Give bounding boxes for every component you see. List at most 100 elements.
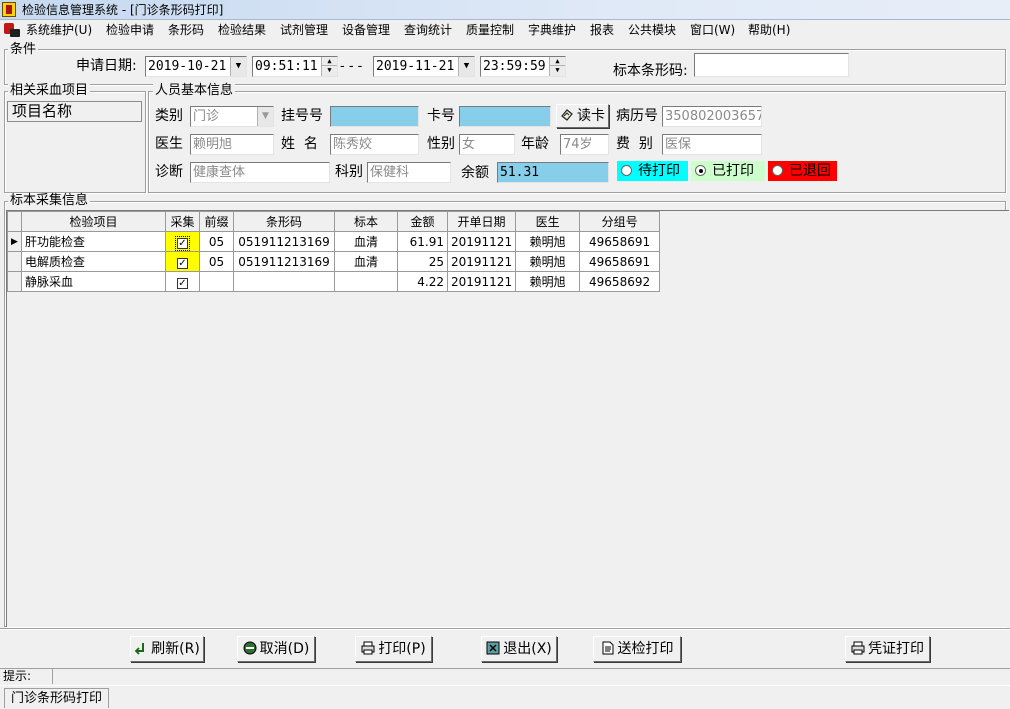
cell-doctor[interactable]: 赖明旭	[515, 251, 581, 272]
menu-device[interactable]: 设备管理	[342, 22, 390, 39]
chevron-down-icon[interactable]: ▼	[257, 107, 273, 126]
exit-button[interactable]: 退出(X)	[481, 636, 557, 662]
spin-arrows-icon[interactable]: ▲ ▼	[321, 57, 337, 76]
cell-group[interactable]: 49658691	[579, 231, 661, 252]
cell-barcode[interactable]: 051911213169	[233, 231, 335, 252]
menu-query[interactable]: 查询统计	[404, 22, 452, 39]
cell-group[interactable]: 49658692	[579, 271, 661, 292]
time-to-spinner[interactable]: 23:59:59 ▲ ▼	[480, 56, 566, 77]
menu-help[interactable]: 帮助(H)	[748, 22, 790, 39]
refresh-button[interactable]: 刷新(R)	[130, 636, 204, 662]
cell-collect[interactable]: ✓	[165, 251, 200, 272]
time-from-spinner[interactable]: 09:51:11 ▲ ▼	[252, 56, 338, 77]
table-row[interactable]: 静脉采血 ✓ 4.22 20191121 赖明旭 49658692	[7, 271, 661, 292]
refresh-icon	[134, 639, 148, 655]
read-card-button[interactable]: 读卡	[556, 104, 609, 128]
cell-specimen[interactable]	[334, 271, 398, 292]
cell-doctor[interactable]: 赖明旭	[515, 231, 581, 252]
fee-type-label: 费 别	[616, 136, 653, 152]
table-row[interactable]: ▶ 肝功能检查 ✓ 05 051911213169 血清 61.91 20191…	[7, 231, 661, 252]
col-group[interactable]: 分组号	[579, 211, 661, 232]
cell-specimen[interactable]: 血清	[334, 251, 398, 272]
cell-collect[interactable]: ✓	[165, 231, 200, 252]
cell-specimen[interactable]: 血清	[334, 231, 398, 252]
checkbox-checked[interactable]: ✓	[177, 277, 188, 289]
checkbox-checked[interactable]: ✓	[175, 235, 190, 251]
cell-barcode[interactable]: 051911213169	[233, 251, 335, 272]
col-specimen[interactable]: 标本	[334, 211, 398, 232]
cell-prefix[interactable]: 05	[199, 251, 234, 272]
document-print-icon	[601, 639, 615, 655]
status-pending-label: 待打印	[638, 163, 680, 179]
refresh-label: 刷新(R)	[151, 641, 200, 657]
col-amount[interactable]: 金额	[397, 211, 448, 232]
status-pending-radio[interactable]: 待打印	[617, 161, 688, 181]
cell-date[interactable]: 20191121	[446, 251, 517, 272]
col-collect[interactable]: 采集	[165, 211, 200, 232]
cell-date[interactable]: 20191121	[446, 231, 517, 252]
cell-prefix[interactable]: 05	[199, 231, 234, 252]
cell-date[interactable]: 20191121	[446, 271, 517, 292]
cancel-button[interactable]: 取消(D)	[237, 636, 315, 662]
menu-window[interactable]: 窗口(W)	[690, 22, 735, 39]
send-print-label: 送检打印	[617, 641, 674, 657]
col-item[interactable]: 检验项目	[21, 211, 166, 232]
checkbox-checked[interactable]: ✓	[177, 257, 188, 269]
table-row[interactable]: 电解质检查 ✓ 05 051911213169 血清 25 20191121 赖…	[7, 251, 661, 272]
diagnosis-label: 诊断	[155, 164, 183, 180]
chevron-down-icon[interactable]: ▼	[230, 57, 246, 76]
menu-dictionary[interactable]: 字典维护	[528, 22, 576, 39]
menu-result[interactable]: 检验结果	[218, 22, 266, 39]
cell-collect[interactable]: ✓	[165, 271, 200, 292]
age-field: 74岁	[560, 134, 609, 155]
card-no-input[interactable]	[459, 106, 551, 127]
status-printed-radio[interactable]: 已打印	[691, 161, 765, 181]
menu-barcode[interactable]: 条形码	[168, 22, 204, 39]
card-no-label: 卡号	[427, 108, 455, 124]
cell-amount[interactable]: 25	[397, 251, 448, 272]
print-button[interactable]: 打印(P)	[355, 636, 432, 662]
dept-field: 保健科	[367, 162, 451, 183]
app-menu-icon[interactable]	[4, 23, 20, 38]
fee-type-field: 医保	[662, 134, 762, 155]
date-to-picker[interactable]: 2019-11-21 ▼	[373, 56, 475, 77]
date-from-picker[interactable]: 2019-10-21 ▼	[145, 56, 247, 77]
cell-amount[interactable]: 61.91	[397, 231, 448, 252]
cell-item[interactable]: 静脉采血	[21, 271, 166, 292]
cell-doctor[interactable]: 赖明旭	[515, 271, 581, 292]
col-doctor[interactable]: 医生	[515, 211, 581, 232]
exit-icon	[486, 639, 500, 655]
voucher-print-button[interactable]: 凭证打印	[845, 636, 930, 662]
cell-item[interactable]: 肝功能检查	[21, 231, 166, 252]
read-card-label: 读卡	[577, 108, 605, 124]
reg-no-label: 挂号号	[281, 108, 323, 124]
cell-group[interactable]: 49658691	[579, 251, 661, 272]
row-indicator-header	[7, 211, 22, 232]
bottom-divider	[0, 628, 1010, 630]
col-prefix[interactable]: 前缀	[199, 211, 234, 232]
chevron-down-icon[interactable]: ▼	[458, 57, 474, 76]
menu-system[interactable]: 系统维护(U)	[26, 22, 92, 39]
menu-reagent[interactable]: 试剂管理	[280, 22, 328, 39]
menu-quality[interactable]: 质量控制	[466, 22, 514, 39]
type-select[interactable]: 门诊 ▼	[190, 106, 274, 127]
spin-arrows-icon[interactable]: ▲ ▼	[549, 57, 565, 76]
reg-no-input[interactable]	[330, 106, 419, 127]
cell-item[interactable]: 电解质检查	[21, 251, 166, 272]
cell-prefix[interactable]	[199, 271, 234, 292]
gender-label: 性别	[427, 136, 455, 152]
col-barcode[interactable]: 条形码	[233, 211, 335, 232]
hint-bar: 提示:	[0, 668, 1010, 685]
menu-report[interactable]: 报表	[590, 22, 614, 39]
barcode-search-input[interactable]	[694, 53, 849, 77]
col-date[interactable]: 开单日期	[446, 211, 517, 232]
status-returned-radio[interactable]: 已退回	[768, 161, 837, 181]
cell-amount[interactable]: 4.22	[397, 271, 448, 292]
cell-barcode[interactable]	[233, 271, 335, 292]
printer-icon	[851, 639, 865, 655]
send-print-button[interactable]: 送检打印	[593, 636, 681, 662]
barcode-search-label: 标本条形码:	[613, 63, 688, 79]
tab-barcode-print[interactable]: 门诊条形码打印	[4, 688, 110, 708]
menu-apply[interactable]: 检验申请	[106, 22, 154, 39]
menu-common[interactable]: 公共模块	[628, 22, 676, 39]
